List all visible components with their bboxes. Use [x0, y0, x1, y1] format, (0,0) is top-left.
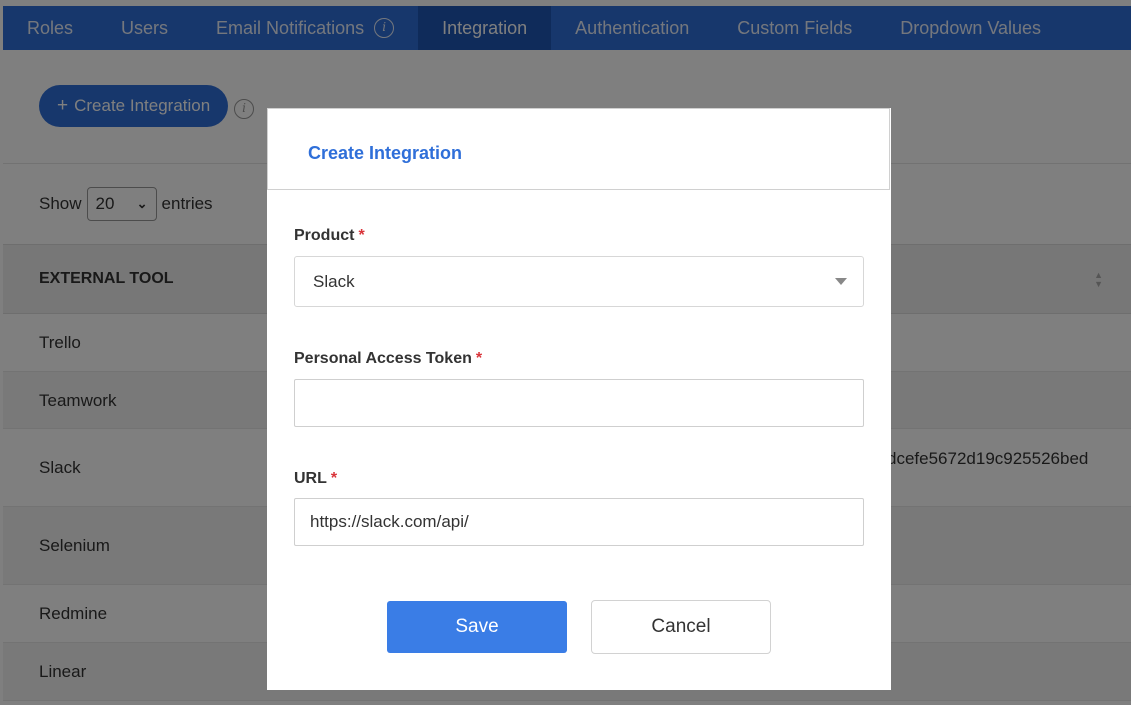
url-input[interactable] [294, 498, 864, 546]
label-text: URL [294, 470, 327, 487]
create-integration-modal: Create Integration Product * Slack Person… [267, 108, 891, 690]
modal-title: Create Integration [308, 143, 463, 163]
required-mark: * [358, 227, 365, 244]
caret-down-icon [835, 278, 847, 285]
url-label: URL * [294, 470, 337, 488]
product-label: Product * [294, 227, 365, 245]
product-value: Slack [313, 272, 355, 291]
token-label: Personal Access Token * [294, 350, 482, 368]
required-mark: * [330, 470, 338, 487]
required-mark: * [475, 350, 483, 367]
label-text: Product [294, 227, 355, 244]
label-text: Personal Access Token [294, 350, 472, 367]
product-select[interactable]: Slack [294, 256, 864, 307]
cancel-button[interactable]: Cancel [591, 600, 771, 654]
save-button[interactable]: Save [387, 601, 567, 653]
modal-header: Create Integration [267, 108, 890, 190]
personal-access-token-input[interactable] [294, 379, 864, 427]
